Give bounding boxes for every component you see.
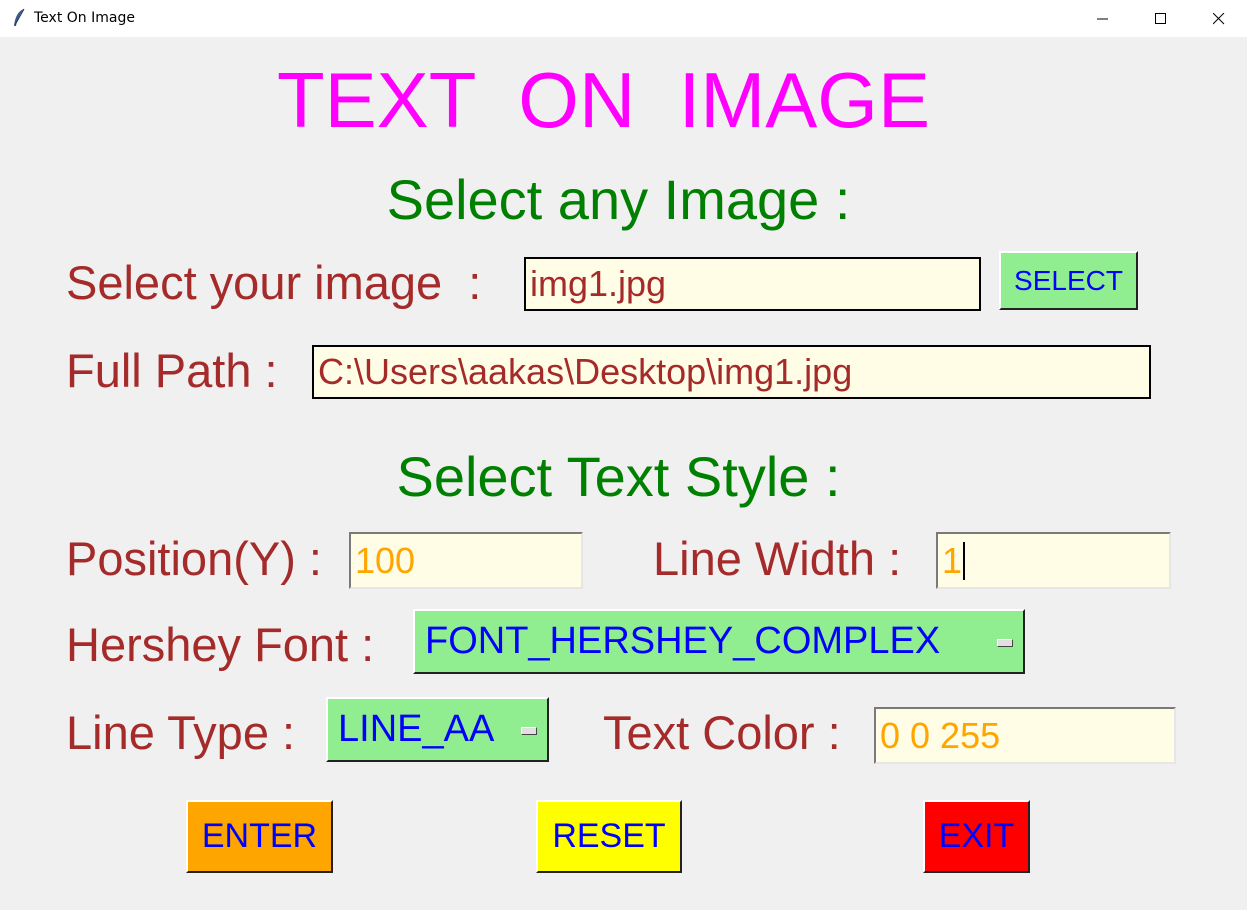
font-dropdown-value: FONT_HERSHEY_COMPLEX — [425, 620, 941, 662]
maximize-icon — [1155, 12, 1166, 24]
close-icon — [1213, 12, 1225, 24]
section-select-image: Select any Image : — [386, 168, 851, 231]
close-button[interactable] — [1190, 0, 1247, 37]
dropdown-indicator-icon — [521, 726, 537, 735]
linewidth-input[interactable]: 1 — [936, 532, 1171, 589]
color-input[interactable]: 0 0 255 — [874, 707, 1176, 764]
linetype-dropdown[interactable]: LINE_AA — [326, 697, 549, 762]
feather-icon — [12, 8, 26, 28]
path-label: Full Path : — [66, 344, 278, 397]
minimize-icon — [1097, 18, 1108, 19]
title-bar — [0, 0, 1247, 37]
color-label: Text Color : — [603, 706, 841, 759]
window-title: Text On Image — [34, 10, 135, 26]
section-text-style: Select Text Style : — [396, 445, 841, 508]
text-cursor — [963, 541, 966, 580]
enter-button[interactable]: ENTER — [186, 800, 333, 873]
page-title: TEXT ON IMAGE — [277, 56, 930, 144]
position-input[interactable]: 100 — [349, 532, 583, 589]
maximize-button[interactable] — [1132, 0, 1190, 37]
path-input[interactable]: C:\Users\aakas\Desktop\img1.jpg — [312, 345, 1151, 399]
linewidth-label: Line Width : — [653, 532, 902, 585]
linewidth-value: 1 — [942, 539, 963, 581]
select-button[interactable]: SELECT — [999, 251, 1138, 310]
dropdown-indicator-icon — [997, 638, 1013, 647]
minimize-button[interactable] — [1074, 0, 1132, 37]
linetype-label: Line Type : — [66, 706, 296, 759]
image-input[interactable]: img1.jpg — [524, 257, 981, 311]
linetype-dropdown-value: LINE_AA — [338, 708, 495, 750]
font-dropdown[interactable]: FONT_HERSHEY_COMPLEX — [413, 609, 1025, 674]
image-label: Select your image : — [66, 256, 482, 309]
exit-button[interactable]: EXIT — [923, 800, 1030, 873]
position-label: Position(Y) : — [66, 532, 322, 585]
font-label: Hershey Font : — [66, 618, 375, 671]
reset-button[interactable]: RESET — [536, 800, 682, 873]
